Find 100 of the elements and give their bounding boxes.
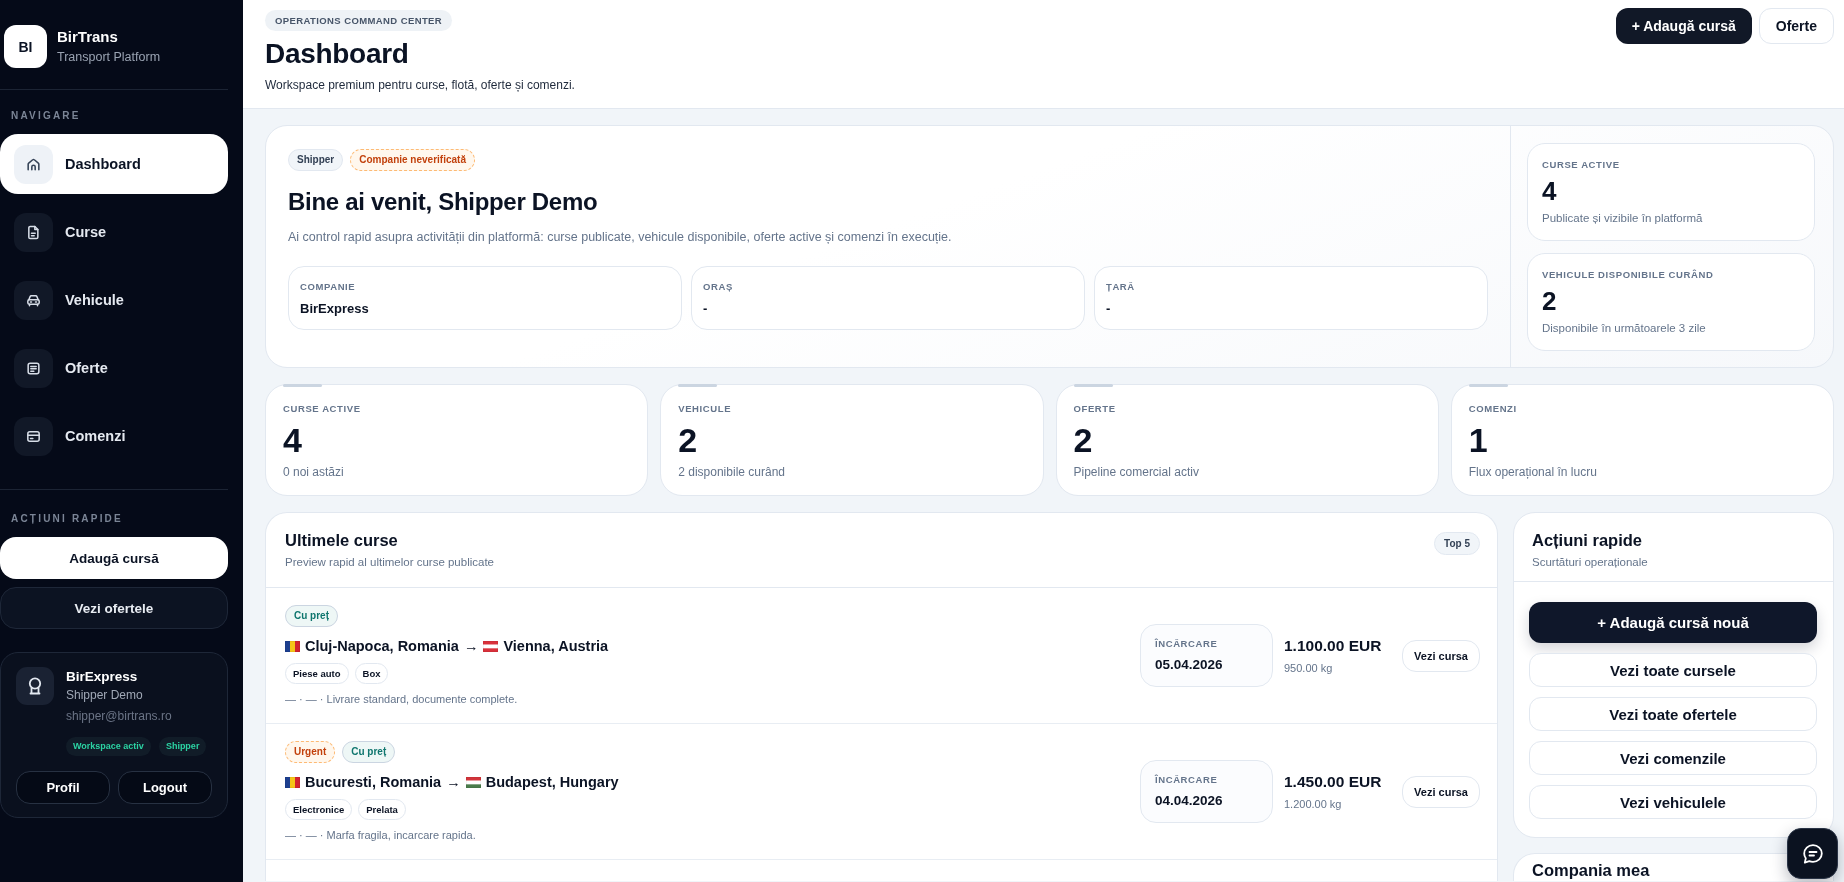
highlight-value: 4 bbox=[1542, 176, 1558, 206]
user-email: shipper@birtrans.ro bbox=[66, 709, 173, 724]
action-button[interactable]: Vezi toate ofertele bbox=[1529, 697, 1817, 731]
route-arrow: → bbox=[446, 773, 461, 792]
route-arrow: → bbox=[463, 637, 479, 656]
stat-value: 4 bbox=[283, 421, 303, 459]
stat-label: CURSE ACTIVE bbox=[283, 402, 362, 415]
route-price: 1.450.00 EUR bbox=[1284, 772, 1383, 791]
card-title: Ultimele curse bbox=[285, 530, 399, 550]
nav-item[interactable]: Dashboard bbox=[0, 134, 228, 194]
route-weight: 1.200.00 kg bbox=[1284, 797, 1343, 811]
highlight-value: 2 bbox=[1542, 286, 1558, 316]
flag-icon bbox=[285, 640, 300, 652]
status-badge: Shipper bbox=[288, 149, 344, 171]
section-heading: ACȚIUNI RAPIDE bbox=[10, 513, 123, 525]
loading-date: 05.04.2026 bbox=[1155, 656, 1224, 673]
eyebrow-badge: OPERATIONS COMMAND CENTER bbox=[265, 10, 453, 31]
route-destination: Budapest, Hungary bbox=[485, 773, 619, 792]
stat-note: 2 disponibile curând bbox=[678, 465, 786, 480]
route-note: — · — · Marfa fragila, incarcare rapida. bbox=[285, 828, 477, 842]
count-badge: Top 5 bbox=[1434, 532, 1480, 555]
action-button[interactable]: Vezi comenzile bbox=[1529, 741, 1817, 775]
info-value: BirExpress bbox=[300, 301, 370, 317]
view-button[interactable]: Vezi cursa bbox=[1402, 639, 1480, 672]
route-origin: Cluj-Napoca, Romania bbox=[305, 637, 459, 656]
action-button[interactable]: Vezi toate cursele bbox=[1529, 653, 1817, 687]
sidebar-button[interactable]: Adaugă cursă bbox=[0, 537, 228, 579]
highlight-note: Publicate și vizibile în platformă bbox=[1542, 211, 1704, 225]
car-icon bbox=[14, 280, 53, 320]
account-button[interactable]: Logout bbox=[118, 771, 212, 804]
stat-value: 1 bbox=[1468, 421, 1489, 459]
flag-icon bbox=[483, 640, 499, 652]
stat-value: 2 bbox=[1073, 421, 1094, 459]
view-button[interactable]: Vezi cursa bbox=[1402, 775, 1480, 808]
card-subtitle: Scurtături operaționale bbox=[1532, 555, 1649, 570]
info-label: ORAȘ bbox=[703, 280, 734, 293]
cargo-tag: Box bbox=[354, 663, 389, 684]
route-note: — · — · Livrare standard, documente complete. bbox=[285, 692, 519, 706]
chat-icon bbox=[1800, 841, 1825, 866]
action-button[interactable]: Vezi vehiculele bbox=[1529, 785, 1817, 819]
stat-label: COMENZI bbox=[1468, 402, 1518, 415]
welcome-title: Bine ai venit, Shipper Demo bbox=[288, 187, 599, 217]
stat-note: 0 noi astăzi bbox=[283, 465, 345, 480]
card-icon bbox=[14, 416, 53, 456]
nav-item[interactable]: Vehicule bbox=[0, 270, 228, 330]
highlight-label: CURSE ACTIVE bbox=[1542, 158, 1621, 171]
loading-label: ÎNCĂRCARE bbox=[1155, 637, 1219, 650]
route-price: 1.100.00 EUR bbox=[1284, 636, 1383, 655]
header-button[interactable]: + Adaugă cursă bbox=[1615, 8, 1752, 44]
loading-date: 04.04.2026 bbox=[1155, 792, 1224, 809]
profile-badge: Shipper bbox=[158, 737, 207, 756]
sidebar-button[interactable]: Vezi ofertele bbox=[0, 587, 228, 629]
user-icon bbox=[16, 667, 54, 705]
chat-button[interactable] bbox=[1787, 828, 1838, 879]
brand-tagline: Transport Platform bbox=[57, 49, 161, 65]
page-subtitle: Workspace premium pentru curse, flotă, oferte și comenzi. bbox=[265, 77, 575, 93]
list-icon bbox=[14, 348, 53, 388]
route-weight: 950.00 kg bbox=[1284, 661, 1334, 675]
loading-label: ÎNCĂRCARE bbox=[1155, 773, 1219, 786]
status-badge: Companie neverificată bbox=[350, 149, 475, 171]
info-value: - bbox=[703, 301, 709, 317]
cargo-tag: Electronice bbox=[285, 799, 353, 820]
highlight-note: Disponibile în următoarele 3 zile bbox=[1542, 321, 1707, 335]
stat-note: Flux operațional în lucru bbox=[1468, 465, 1598, 480]
action-button[interactable]: + Adaugă cursă nouă bbox=[1529, 602, 1817, 643]
info-label: COMPANIE bbox=[300, 280, 357, 293]
page-title: Dashboard bbox=[265, 37, 410, 71]
card-title: Acțiuni rapide bbox=[1532, 530, 1643, 550]
info-label: ȚARĂ bbox=[1106, 280, 1136, 293]
profile-badge: Workspace activ bbox=[66, 737, 151, 756]
cargo-tag: Prelata bbox=[358, 799, 406, 820]
status-badge: Cu preț bbox=[342, 741, 396, 763]
nav-item[interactable]: Oferte bbox=[0, 338, 228, 398]
home-icon bbox=[14, 144, 53, 184]
stat-label: VEHICULE bbox=[678, 402, 733, 415]
status-badge: Urgent bbox=[285, 741, 336, 763]
company-name: BirExpress bbox=[66, 669, 139, 685]
info-value: - bbox=[1106, 301, 1112, 317]
brand-name: BirTrans bbox=[57, 28, 119, 46]
user-name: Shipper Demo bbox=[66, 688, 144, 703]
welcome-text: Ai control rapid asupra activității din platformă: curse publicate, vehicule disponibile, oferte active și comenzi în execuție. bbox=[288, 229, 953, 246]
account-button[interactable]: Profil bbox=[16, 771, 110, 804]
header-button[interactable]: Oferte bbox=[1758, 8, 1834, 44]
document-icon bbox=[14, 212, 53, 252]
nav-item[interactable]: Comenzi bbox=[0, 406, 228, 466]
nav-item[interactable]: Curse bbox=[0, 202, 228, 262]
flag-icon bbox=[285, 776, 300, 788]
logo-mark: BI bbox=[4, 25, 47, 68]
stat-value: 2 bbox=[678, 421, 699, 459]
stat-label: OFERTE bbox=[1073, 402, 1117, 415]
highlight-label: VEHICULE DISPONIBILE CURÂND bbox=[1542, 268, 1715, 281]
card-title: Compania mea bbox=[1532, 860, 1651, 880]
flag-icon bbox=[465, 776, 481, 788]
route-destination: Vienna, Austria bbox=[503, 637, 609, 656]
card-subtitle: Preview rapid al ultimelor curse publicate bbox=[285, 555, 494, 570]
status-badge: Cu preț bbox=[285, 605, 338, 627]
stat-note: Pipeline comercial activ bbox=[1073, 465, 1200, 480]
section-heading: NAVIGARE bbox=[10, 110, 81, 122]
route-origin: Bucuresti, Romania bbox=[305, 773, 442, 792]
cargo-tag: Piese auto bbox=[285, 663, 349, 684]
